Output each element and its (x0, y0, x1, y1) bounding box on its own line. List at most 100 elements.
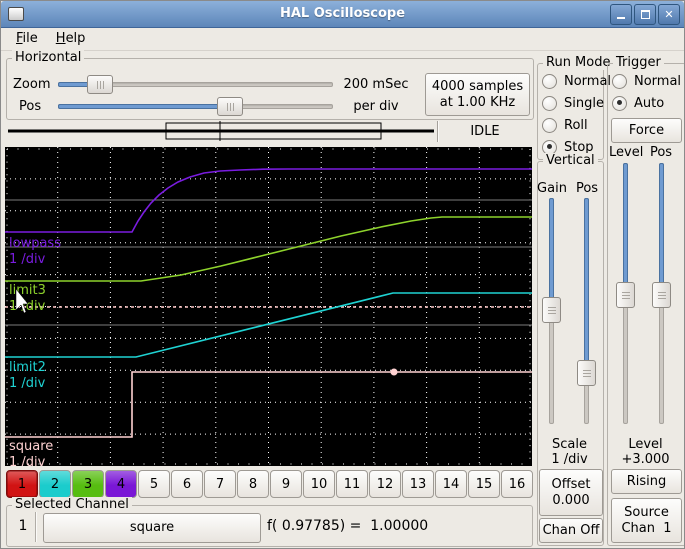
trigger-pos-slider[interactable] (651, 163, 671, 424)
radio-label: Normal (634, 73, 682, 89)
minimize-button[interactable] (610, 4, 632, 25)
channel-button-6[interactable]: 6 (171, 470, 203, 498)
radio-label: Single (564, 95, 604, 111)
channel-button-14[interactable]: 14 (435, 470, 467, 498)
scope-display[interactable]: lowpass 1 /div limit3 1 /div limit2 1 /div squ… (5, 147, 532, 470)
vertical-gain-slider-handle[interactable] (542, 297, 561, 323)
channel-button-9[interactable]: 9 (270, 470, 302, 498)
selected-channel-name-button[interactable]: square (43, 513, 261, 543)
force-button[interactable]: Force (611, 118, 682, 143)
radio-label: Normal (564, 73, 612, 89)
cursor-readout: f( 0.97785) = 1.00000 (267, 518, 429, 534)
trigger-level-slider[interactable] (615, 163, 635, 424)
trace-label-lowpass: lowpass (9, 236, 61, 251)
samples-rate: at 1.00 KHz (439, 94, 516, 110)
trace-scale-limit2: 1 /div (9, 376, 46, 391)
run-mode-option-roll[interactable]: Roll (542, 114, 611, 136)
vertical-pos-slider[interactable] (576, 198, 596, 424)
horizontal-pos-slider-label: Pos (19, 99, 42, 114)
trace-label-square: square (9, 439, 53, 454)
horizontal-pos-slider[interactable] (58, 96, 333, 116)
app-window: HAL Oscilloscope ✕ File Help Horizontal Z… (0, 0, 685, 549)
vertical-pos-slider-label: Pos (575, 181, 599, 196)
trigger-pos-slider-handle[interactable] (652, 282, 671, 308)
channel-button-7[interactable]: 7 (204, 470, 236, 498)
slider-fill (58, 104, 231, 109)
trigger-source-value: Chan 1 (621, 520, 672, 536)
slider-fill (584, 198, 589, 374)
slider-grip-icon (96, 80, 104, 89)
channel-button-15[interactable]: 15 (468, 470, 500, 498)
channel-button-row: 1 2 3 4 5 6 7 8 9 10 11 12 13 14 15 16 (1, 469, 684, 499)
vertical-pos-slider-handle[interactable] (577, 360, 596, 386)
radio-unselected-icon (542, 73, 557, 89)
slider-grip-icon (547, 306, 556, 314)
trigger-pos-slider-label: Pos (649, 145, 673, 160)
channel-button-1[interactable]: 1 (6, 470, 38, 498)
run-mode-frame-label: Run Mode (543, 55, 614, 70)
trigger-source-title: Source (624, 504, 669, 520)
samples-button[interactable]: 4000 samples at 1.00 KHz (425, 73, 530, 116)
trigger-source-button[interactable]: Source Chan 1 (611, 498, 682, 543)
close-icon: ✕ (664, 8, 674, 21)
trace-scale-lowpass: 1 /div (9, 252, 46, 267)
menu-file[interactable]: File (7, 29, 47, 48)
radio-selected-icon (612, 95, 627, 111)
trigger-position-marker (390, 368, 398, 376)
selected-channel-separator (35, 512, 37, 542)
channel-button-10[interactable]: 10 (303, 470, 335, 498)
horizontal-zoom-slider[interactable] (58, 74, 333, 94)
run-mode-option-single[interactable]: Single (542, 92, 611, 114)
horizontal-zoom-slider-handle[interactable] (87, 75, 113, 94)
time-per-div-value: 200 mSec (343, 77, 409, 92)
vertical-frame-label: Vertical (543, 153, 598, 168)
slider-grip-icon (582, 369, 591, 377)
selected-channel-number: 1 (18, 518, 28, 534)
radio-unselected-icon (542, 95, 557, 111)
trigger-frame-label: Trigger (613, 55, 664, 70)
trigger-level-value: +3.000 (621, 452, 670, 467)
trigger-level-slider-handle[interactable] (616, 282, 635, 308)
window-title: HAL Oscilloscope (279, 6, 406, 21)
radio-label: Roll (564, 117, 588, 133)
time-per-div-units: per div (353, 99, 399, 114)
zoom-slider-label: Zoom (13, 77, 51, 92)
menu-help[interactable]: Help (47, 29, 95, 48)
title-bar[interactable]: HAL Oscilloscope ✕ (1, 1, 684, 28)
channel-button-16[interactable]: 16 (501, 470, 533, 498)
trigger-options: Normal Auto (612, 70, 681, 114)
radio-unselected-icon (612, 73, 627, 89)
chan-off-button[interactable]: Chan Off (539, 518, 603, 543)
selected-channel-frame-label: Selected Channel (12, 497, 132, 512)
channel-button-13[interactable]: 13 (402, 470, 434, 498)
channel-button-12[interactable]: 12 (369, 470, 401, 498)
horizontal-frame-label: Horizontal (12, 50, 85, 65)
selected-channel-name: square (129, 520, 175, 536)
scale-value: 1 /div (551, 452, 588, 467)
trace-scale-limit3: 1 /div (9, 299, 46, 314)
minimize-icon (617, 17, 625, 19)
horizontal-pos-slider-handle[interactable] (217, 97, 243, 116)
channel-button-2[interactable]: 2 (39, 470, 71, 498)
trace-label-limit3: limit3 (9, 283, 46, 298)
menu-bar: File Help (1, 27, 684, 51)
maximize-button[interactable] (634, 4, 656, 25)
slider-fill (549, 198, 554, 311)
trigger-option-normal[interactable]: Normal (612, 70, 681, 92)
scope-canvas: lowpass1 /divlimit31 /divlimit21 /divsqu… (5, 147, 532, 470)
channel-button-5[interactable]: 5 (138, 470, 170, 498)
radio-unselected-icon (542, 117, 557, 133)
run-mode-option-normal[interactable]: Normal (542, 70, 611, 92)
scale-title: Scale (552, 437, 587, 452)
vertical-gain-slider[interactable] (541, 198, 561, 424)
slider-fill (623, 163, 628, 296)
channel-button-11[interactable]: 11 (336, 470, 368, 498)
trigger-option-auto[interactable]: Auto (612, 92, 681, 114)
close-button[interactable]: ✕ (658, 4, 680, 25)
window-controls: ✕ (610, 4, 680, 25)
chan-off-label: Chan Off (542, 522, 600, 538)
channel-button-8[interactable]: 8 (237, 470, 269, 498)
channel-button-3[interactable]: 3 (72, 470, 104, 498)
radio-label: Auto (634, 95, 665, 111)
channel-button-4[interactable]: 4 (105, 470, 137, 498)
